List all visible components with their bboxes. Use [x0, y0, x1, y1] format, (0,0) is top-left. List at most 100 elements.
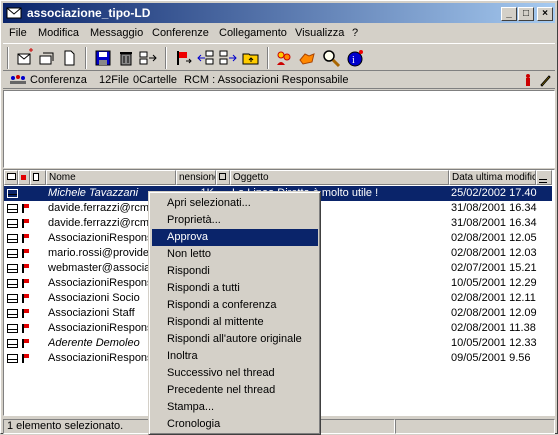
flag-icon — [22, 324, 29, 333]
next-icon[interactable] — [218, 48, 238, 68]
title-bar[interactable]: associazione_tipo-LD _ □ × — [3, 3, 555, 23]
close-button[interactable]: × — [537, 7, 553, 21]
context-menu-item[interactable]: Cronologia — [152, 416, 318, 433]
context-menu-item[interactable]: Proprietà... — [152, 212, 318, 229]
row-date: 02/08/2001 12.11 — [451, 292, 536, 304]
row-date: 02/08/2001 12.05 — [451, 232, 537, 244]
header-size[interactable]: nensione — [176, 170, 216, 185]
row-date: 31/08/2001 16.34 — [451, 217, 537, 229]
context-menu-item[interactable]: Rispondi al mittente — [152, 314, 318, 331]
new-message-icon[interactable] — [15, 48, 35, 68]
menu-messaggio[interactable]: Messaggio — [90, 26, 143, 40]
menu-collegamento[interactable]: Collegamento — [219, 26, 287, 40]
context-menu-item[interactable]: Approva — [152, 229, 318, 246]
header-flag[interactable] — [18, 170, 30, 185]
header-attachment[interactable] — [30, 170, 46, 185]
envelope-icon — [7, 339, 18, 348]
document-icon[interactable] — [59, 48, 79, 68]
row-date: 02/08/2001 11.38 — [451, 322, 536, 334]
context-menu-item[interactable]: Rispondi a conferenza — [152, 297, 318, 314]
folder-count: 0Cartelle — [133, 74, 178, 86]
flag-icon[interactable] — [173, 48, 193, 68]
column-chooser-icon — [539, 179, 547, 180]
header-subject[interactable]: Oggetto — [230, 170, 449, 185]
envelope-icon — [7, 324, 18, 333]
menu-bar: File Modifica Messaggio Conferenze Colle… — [3, 24, 555, 42]
header-name[interactable]: Nome — [46, 170, 176, 185]
conference-label: Conferenza — [30, 74, 87, 86]
context-menu-item[interactable]: Inoltra — [152, 348, 318, 365]
context-menu-item[interactable]: Successivo nel thread — [152, 365, 318, 382]
minimize-button[interactable]: _ — [501, 7, 517, 21]
context-menu-item[interactable]: Precedente nel thread — [152, 382, 318, 399]
window-title: associazione_tipo-LD — [27, 6, 151, 20]
open-folder-icon[interactable] — [37, 48, 57, 68]
header-envelope[interactable] — [4, 170, 18, 185]
envelope-icon — [7, 189, 18, 198]
rcm-label: RCM : Associazioni Responsabile — [184, 74, 349, 86]
search-icon[interactable] — [321, 48, 341, 68]
row-date: 02/08/2001 12.09 — [451, 307, 537, 319]
envelope-icon — [7, 264, 18, 273]
menu-modifica[interactable]: Modifica — [38, 26, 79, 40]
row-date: 10/05/2001 12.33 — [451, 337, 537, 349]
context-menu-item[interactable]: Stampa... — [152, 399, 318, 416]
flag-icon — [22, 204, 29, 213]
previous-icon[interactable] — [196, 48, 216, 68]
flag-icon — [21, 175, 26, 180]
toolbar-separator — [165, 47, 167, 69]
row-date: 10/05/2001 12.29 — [451, 277, 537, 289]
toolbar-separator — [267, 47, 269, 69]
maximize-button[interactable]: □ — [518, 7, 534, 21]
status-bar-panel — [395, 419, 555, 434]
toolbar-separator — [7, 47, 9, 69]
status-bar-text: 1 elemento selezionato. — [3, 419, 155, 434]
edit-pencil-icon[interactable] — [539, 73, 551, 87]
conference-description-pane[interactable] — [3, 90, 555, 168]
save-icon[interactable] — [93, 48, 113, 68]
header-column-chooser[interactable] — [536, 170, 552, 185]
users-icon[interactable] — [274, 48, 294, 68]
row-date: 09/05/2001 9.56 — [451, 352, 531, 364]
row-date: 02/08/2001 12.03 — [451, 247, 537, 259]
header-date[interactable]: Data ultima modifica — [449, 170, 536, 185]
context-menu-item[interactable]: Rispondi all'autore originale — [152, 331, 318, 348]
menu-conferenze[interactable]: Conferenze — [152, 26, 209, 40]
info-icon[interactable]: i — [345, 48, 365, 68]
menu-visualizza[interactable]: Visualizza — [295, 26, 344, 40]
menu-help[interactable]: ? — [352, 26, 358, 40]
toolbar-separator — [85, 47, 87, 69]
context-menu: Apri selezionati... Proprietà... Approva No… — [148, 191, 321, 435]
flag-icon — [22, 294, 29, 303]
delete-icon[interactable] — [116, 48, 136, 68]
flag-icon — [22, 234, 29, 243]
row-date: 25/02/2002 17.40 — [451, 187, 537, 199]
envelope-icon — [7, 294, 18, 303]
envelope-icon — [7, 234, 18, 243]
flag-icon — [22, 219, 29, 228]
context-menu-item[interactable]: Apri selezionati... — [152, 195, 318, 212]
envelope-icon — [7, 249, 18, 258]
flag-icon — [22, 309, 29, 318]
context-menu-item[interactable]: Rispondi a tutti — [152, 280, 318, 297]
hand-icon[interactable] — [297, 48, 317, 68]
person-icon — [526, 74, 530, 86]
menu-file[interactable]: File — [9, 26, 27, 40]
envelope-icon — [7, 354, 18, 363]
conference-icon — [10, 75, 26, 84]
envelope-icon — [7, 309, 18, 318]
flag-icon — [22, 249, 29, 258]
toolbar: i — [3, 43, 555, 71]
context-menu-item[interactable]: Rispondi — [152, 263, 318, 280]
conference-info-bar: Conferenza 12File 0Cartelle RCM : Associ… — [3, 71, 555, 89]
folder-up-icon[interactable] — [241, 48, 261, 68]
file-count: 12File — [99, 74, 129, 86]
header-expand[interactable] — [216, 170, 230, 185]
context-menu-item[interactable]: Non letto — [152, 246, 318, 263]
flag-icon — [22, 354, 29, 363]
move-icon[interactable] — [138, 48, 158, 68]
flag-icon — [22, 279, 29, 288]
envelope-icon — [7, 204, 18, 213]
flag-icon — [22, 264, 29, 273]
row-date: 31/08/2001 16.34 — [451, 202, 537, 214]
